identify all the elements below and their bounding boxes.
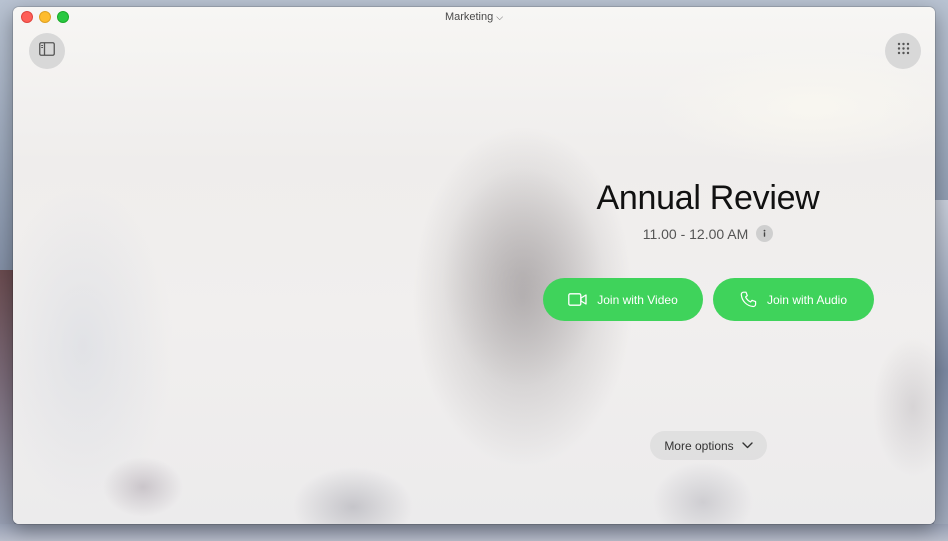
window-title[interactable]: Marketing ⌵ [13, 11, 935, 23]
more-options-label: More options [664, 438, 734, 453]
sidebar-icon [39, 41, 55, 61]
phone-icon [740, 291, 757, 308]
desktop-wallpaper-left [0, 270, 14, 541]
desktop-wallpaper-bottom [0, 524, 948, 541]
join-with-video-button[interactable]: Join with Video [543, 278, 703, 321]
join-with-audio-button[interactable]: Join with Audio [713, 278, 874, 321]
meeting-window: Marketing ⌵ Annual Review 11.00 - 12.00 A… [13, 7, 935, 524]
title-chevron-icon: ⌵ [496, 12, 504, 22]
join-with-audio-label: Join with Audio [766, 292, 848, 307]
video-camera-icon [568, 293, 587, 306]
info-icon[interactable] [756, 224, 774, 242]
sidebar-toggle-button[interactable] [29, 33, 65, 69]
join-with-video-label: Join with Video [597, 292, 678, 307]
meeting-title: Annual Review [596, 179, 820, 217]
title-bar[interactable]: Marketing ⌵ [13, 7, 935, 29]
blurred-camera-background [13, 7, 935, 524]
meeting-time-row: 11.00 - 12.00 AM [543, 224, 873, 244]
desktop-wallpaper-right [934, 200, 948, 541]
window-title-text: Marketing [444, 11, 494, 23]
chevron-down-icon [741, 442, 753, 449]
more-options-button[interactable]: More options [650, 431, 767, 460]
apps-grid-button[interactable] [885, 33, 921, 69]
meeting-time: 11.00 - 12.00 AM [642, 226, 749, 242]
grid-icon [897, 42, 910, 60]
